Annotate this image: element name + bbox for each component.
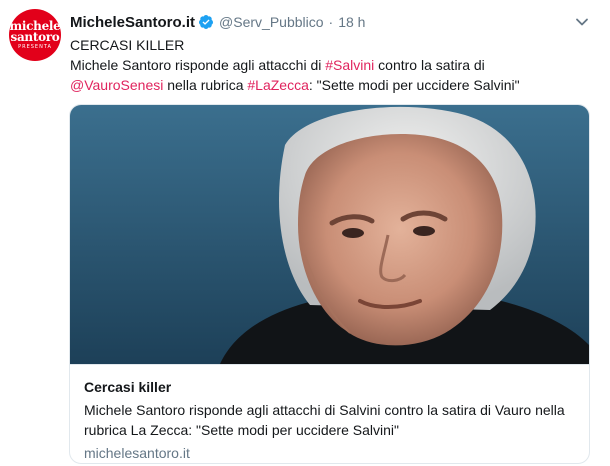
tweet-text: CERCASI KILLER Michele Santoro risponde … bbox=[70, 35, 590, 95]
card-url[interactable]: michelesantoro.it bbox=[84, 443, 575, 463]
card-body[interactable]: Cercasi killer Michele Santoro risponde … bbox=[70, 364, 589, 463]
link-preview-card[interactable]: Cercasi killer Michele Santoro risponde … bbox=[69, 104, 590, 464]
card-title[interactable]: Cercasi killer bbox=[84, 377, 575, 397]
avatar[interactable]: michele santoro PRESENTA bbox=[9, 9, 61, 61]
tweet-text-segment: contro la satira di bbox=[374, 57, 485, 73]
hashtag-link[interactable]: #Salvini bbox=[325, 57, 374, 73]
hashtag-link[interactable]: #LaZecca bbox=[247, 77, 308, 93]
tweet-text-segment: nella rubrica bbox=[163, 77, 248, 93]
author-handle[interactable]: @Serv_Pubblico bbox=[219, 14, 324, 30]
tweet-header: MicheleSantoro.it @Serv_Pubblico · 18 h bbox=[70, 12, 365, 32]
card-photo[interactable] bbox=[70, 105, 589, 364]
tweet-text-segment: Michele Santoro risponde agli attacchi d… bbox=[70, 57, 326, 73]
tweet-text-segment: : "Sette modi per uccidere Salvini" bbox=[308, 77, 520, 93]
tweet-text-line: Michele Santoro risponde agli attacchi d… bbox=[70, 55, 590, 75]
avatar-text-line3: PRESENTA bbox=[18, 43, 52, 50]
tweet-text-line: CERCASI KILLER bbox=[70, 37, 185, 53]
tweet-timestamp[interactable]: 18 h bbox=[338, 14, 365, 30]
avatar-text-line2: santoro bbox=[10, 29, 60, 44]
card-description[interactable]: Michele Santoro risponde agli attacchi d… bbox=[84, 400, 575, 440]
mention-link[interactable]: @VauroSenesi bbox=[70, 77, 163, 93]
tweet[interactable]: michele santoro PRESENTA MicheleSantoro.… bbox=[0, 0, 610, 466]
separator-dot: · bbox=[328, 14, 334, 30]
author-display-name[interactable]: MicheleSantoro.it bbox=[70, 14, 195, 31]
verified-badge-icon bbox=[198, 14, 214, 30]
tweet-text-line: @VauroSenesi nella rubrica #LaZecca: "Se… bbox=[70, 75, 590, 95]
chevron-down-icon[interactable] bbox=[574, 14, 590, 30]
